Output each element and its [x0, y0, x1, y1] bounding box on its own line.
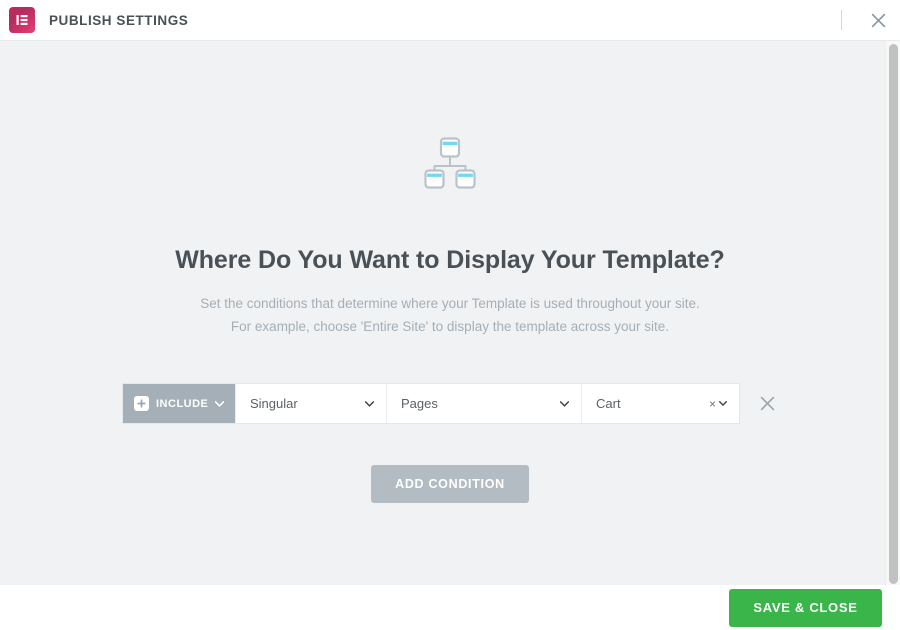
plus-icon: [134, 396, 149, 411]
condition-select-pages[interactable]: Pages: [386, 384, 581, 423]
panel-subtitle-line-2: For example, choose 'Entire Site' to dis…: [230, 318, 670, 334]
panel-subtitle: Set the conditions that determine where …: [200, 293, 700, 338]
remove-condition-button[interactable]: [757, 384, 777, 423]
save-and-close-button[interactable]: SAVE & CLOSE: [729, 588, 882, 627]
header-right-group: [841, 0, 900, 40]
condition-select-singular-value: Singular: [250, 396, 298, 411]
scrollbar-thumb[interactable]: [889, 44, 898, 584]
modal-body: Where Do You Want to Display Your Templa…: [0, 40, 900, 585]
conditions-list: INCLUDE Singular Pages Cart ×: [123, 384, 777, 423]
chevron-down-icon: [215, 400, 224, 407]
elementor-logo-icon: [9, 7, 35, 33]
sitemap-icon: [421, 136, 479, 190]
clear-selection-icon[interactable]: ×: [709, 398, 719, 410]
condition-select-singular[interactable]: Singular: [235, 384, 386, 423]
header-divider: [841, 10, 842, 30]
add-condition-button[interactable]: ADD CONDITION: [371, 465, 529, 503]
vertical-scrollbar[interactable]: [885, 41, 900, 585]
condition-select-cart-value: Cart: [596, 396, 621, 411]
chevron-down-icon: [365, 400, 374, 407]
condition-row: INCLUDE Singular Pages Cart ×: [123, 384, 739, 423]
condition-type-label: INCLUDE: [156, 397, 209, 410]
modal-header: PUBLISH SETTINGS: [0, 0, 900, 40]
modal-footer: SAVE & CLOSE: [0, 585, 900, 630]
chevron-down-icon: [560, 400, 569, 407]
close-icon: [871, 13, 885, 27]
page-title: PUBLISH SETTINGS: [49, 12, 189, 28]
condition-type-include-button[interactable]: INCLUDE: [123, 384, 235, 423]
chevron-down-icon: [719, 401, 727, 406]
panel-heading: Where Do You Want to Display Your Templa…: [175, 246, 725, 274]
conditions-panel: Where Do You Want to Display Your Templa…: [0, 41, 900, 585]
panel-subtitle-line-1: Set the conditions that determine where …: [200, 296, 700, 311]
publish-settings-modal: PUBLISH SETTINGS Where Do You Want to Di…: [0, 0, 900, 630]
condition-select-pages-value: Pages: [401, 396, 438, 411]
close-button[interactable]: [856, 0, 900, 40]
condition-select-cart[interactable]: Cart ×: [581, 384, 739, 423]
close-icon: [760, 396, 774, 411]
